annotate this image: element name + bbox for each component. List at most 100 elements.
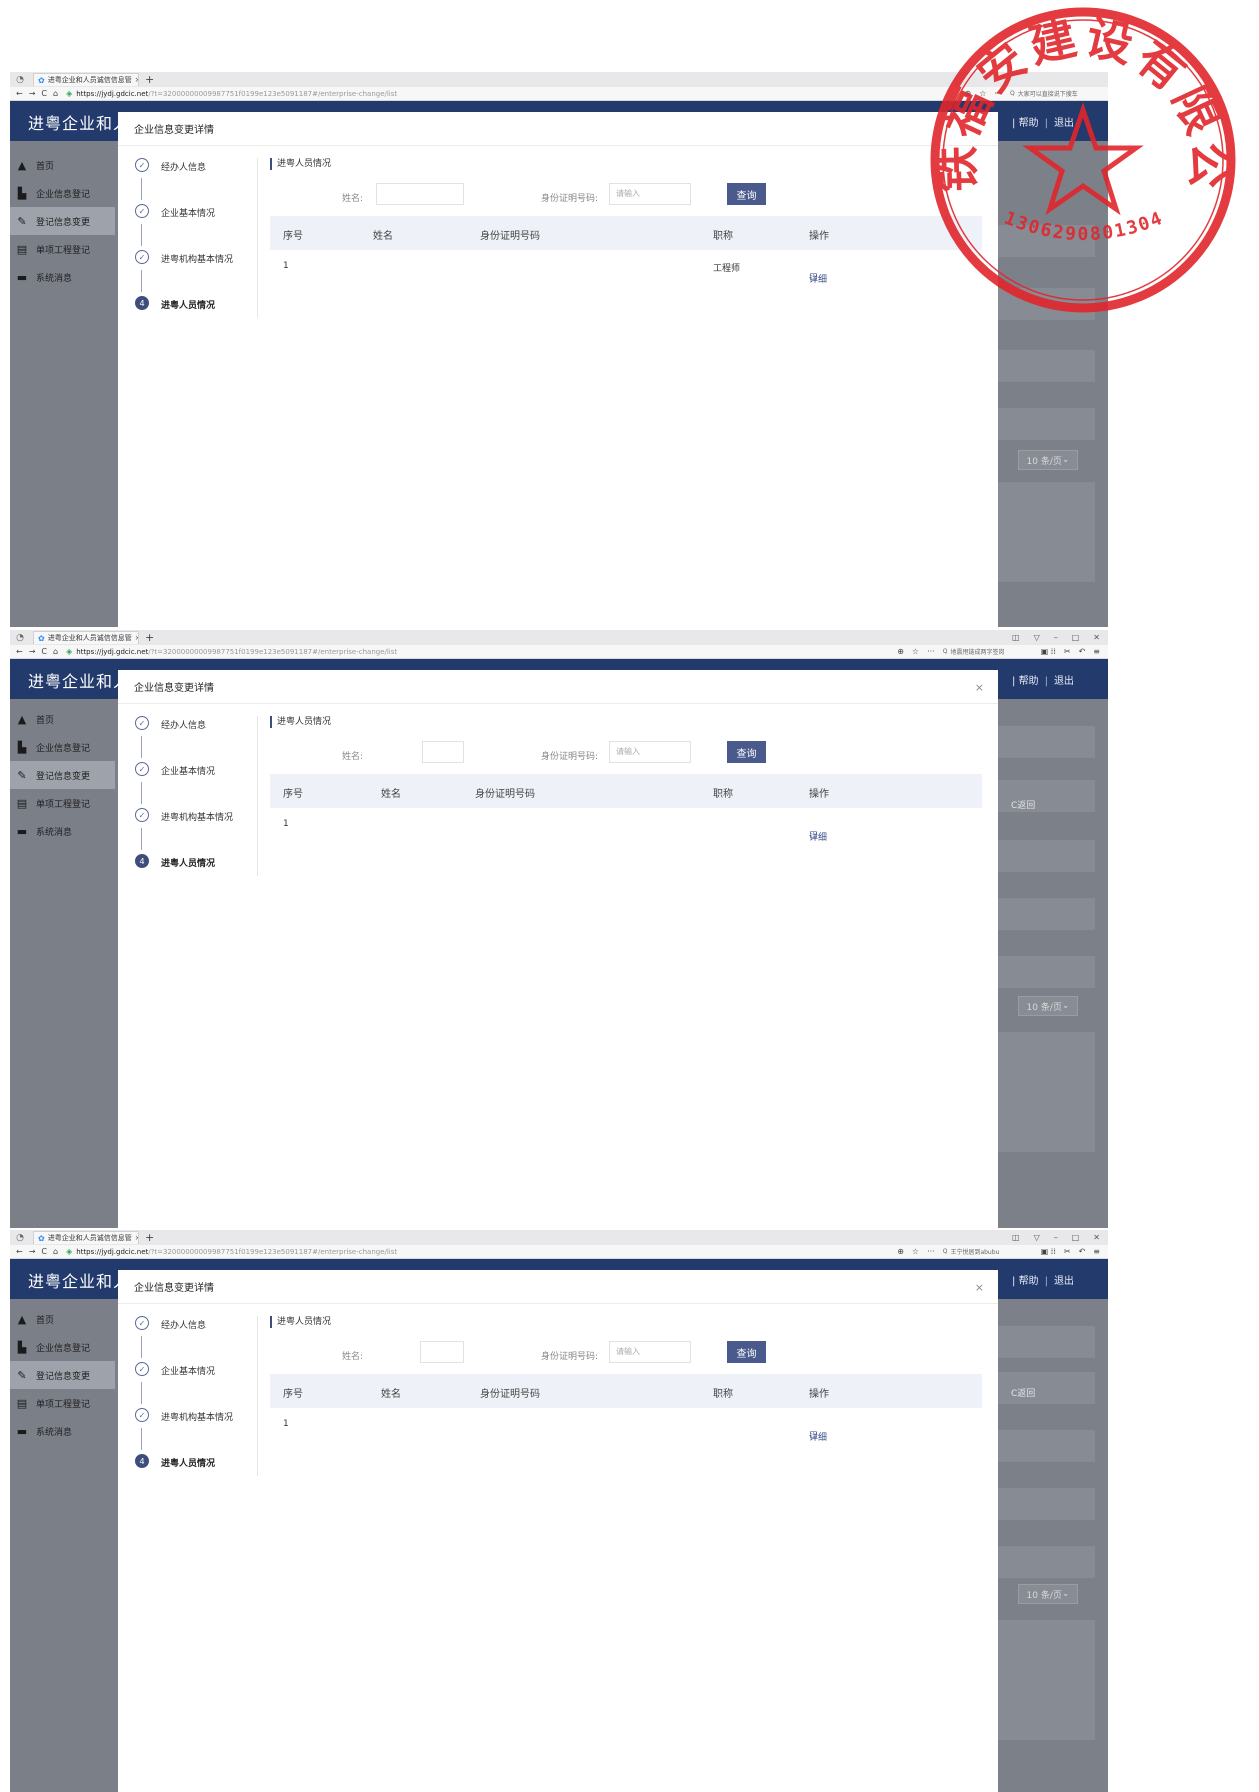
step-enterprise[interactable]: ✓ 企业基本情况 [126,1362,257,1408]
menu-icon[interactable]: ≡ [1093,647,1100,656]
close-icon[interactable]: ✕ [1093,633,1100,642]
new-tab-button[interactable]: + [145,631,154,644]
star-icon[interactable]: ☆ [979,89,986,98]
sidebar-item-home[interactable]: ▲ 首页 [10,705,115,733]
address-bar[interactable]: https://jydj.gdcic.net/?t=32000000009987… [76,90,397,98]
home-icon[interactable]: ⌂ [53,1247,58,1256]
pin-icon[interactable]: ▽ [1034,1233,1040,1242]
help-link[interactable]: 帮助 [1019,118,1039,129]
id-input[interactable]: 请输入 [609,183,691,205]
id-input[interactable]: 请输入 [609,741,691,763]
sidebar-item-project[interactable]: ▤ 单项工程登记 [10,789,115,817]
browser-tab[interactable]: ✿ 进粤企业和人员诚信信息管 × [33,1231,139,1244]
logout-link[interactable]: 退出 [1054,676,1074,687]
help-link[interactable]: 帮助 [1019,1276,1039,1287]
sidebar-item-home[interactable]: ▲ 首页 [10,151,115,179]
sidebar-item-project[interactable]: ▤ 单项工程登记 [10,235,115,263]
sidebar-item-change[interactable]: ✎ 登记信息变更 [10,761,115,789]
back-link[interactable]: C返回 [1011,1386,1035,1399]
page-size-select[interactable]: 10 条/页 ⌄ [1018,450,1078,470]
name-input[interactable] [376,183,464,205]
more-icon[interactable]: ··· [927,1247,935,1256]
reload-icon[interactable]: C [41,647,47,656]
star-icon[interactable]: ☆ [912,647,919,656]
sidebar-item-register[interactable]: ▙ 企业信息登记 [10,1333,115,1361]
sidebar-item-register[interactable]: ▙ 企业信息登记 [10,179,115,207]
step-agent[interactable]: ✓ 经办人信息 [126,158,257,204]
maximize-icon[interactable]: □ [1072,1233,1080,1242]
sidebar-toggle-icon[interactable]: ◫ [1012,633,1020,642]
home-icon[interactable]: ⌂ [53,647,58,656]
grid-icon[interactable]: ▣ ⁞⁞ [1041,1247,1056,1256]
sidebar-item-register[interactable]: ▙ 企业信息登记 [10,733,115,761]
more-icon[interactable]: ··· [994,89,1002,98]
id-input[interactable]: 请输入 [609,1341,691,1363]
zoom-icon[interactable]: ⊕ [897,1247,904,1256]
query-button[interactable]: 查询 [727,741,766,763]
step-agent[interactable]: ✓ 经办人信息 [126,1316,257,1362]
star-icon[interactable]: ☆ [912,1247,919,1256]
name-input[interactable] [420,1341,464,1363]
step-institution[interactable]: ✓ 进粤机构基本情况 [126,808,257,854]
new-tab-button[interactable]: + [145,1231,154,1244]
browser-tab[interactable]: ✿ 进粤企业和人员诚信信息管 × [33,73,139,86]
undo-icon[interactable]: ↶ [1079,1247,1086,1256]
pin-icon[interactable]: ▽ [1034,633,1040,642]
scissors-icon[interactable]: ✂ [1064,1247,1071,1256]
page-size-select[interactable]: 10 条/页 ⌄ [1018,1584,1078,1604]
grid-icon[interactable]: ▣ ⁞⁞ [1041,647,1056,656]
step-personnel[interactable]: 4 进粤人员情况 [126,296,257,342]
sidebar-toggle-icon[interactable]: ◫ [1012,1233,1020,1242]
logout-link[interactable]: 退出 [1054,1276,1074,1287]
sidebar-item-messages[interactable]: ▬ 系统消息 [10,1417,115,1445]
home-icon[interactable]: ⌂ [53,89,58,98]
name-input[interactable] [422,741,464,763]
step-personnel[interactable]: 4 进粤人员情况 [126,854,257,900]
address-bar[interactable]: https://jydj.gdcic.net/?t=32000000009987… [76,1248,397,1256]
browser-tab[interactable]: ✿ 进粤企业和人员诚信信息管 × [33,631,139,644]
zoom-icon[interactable]: ⊕ [897,647,904,656]
help-link[interactable]: 帮助 [1019,676,1039,687]
search-box[interactable]: Q 大家可以直接说下搜车 [1010,89,1100,99]
query-button[interactable]: 查询 [727,1341,766,1363]
step-agent[interactable]: ✓ 经办人信息 [126,716,257,762]
back-arrow-icon[interactable]: ← [16,647,23,656]
search-box[interactable]: Q 王宁悦居到abubu [943,1247,1033,1257]
minimize-icon[interactable]: – [1054,1233,1058,1242]
close-icon[interactable]: × [975,681,984,694]
tab-close-icon[interactable]: × [135,634,138,642]
new-tab-button[interactable]: + [145,73,154,86]
reload-icon[interactable]: C [41,1247,47,1256]
step-institution[interactable]: ✓ 进粤机构基本情况 [126,1408,257,1454]
sidebar-item-project[interactable]: ▤ 单项工程登记 [10,1389,115,1417]
tab-close-icon[interactable]: × [135,1234,138,1242]
search-box[interactable]: Q 地震甩链成两字签岗 [943,647,1033,657]
reload-icon[interactable]: C [41,89,47,98]
zoom-icon[interactable]: ⊕ [964,89,971,98]
forward-arrow-icon[interactable]: → [29,1247,36,1256]
step-enterprise[interactable]: ✓ 企业基本情况 [126,762,257,808]
maximize-icon[interactable]: □ [1072,633,1080,642]
address-bar[interactable]: https://jydj.gdcic.net/?t=32000000009987… [76,648,397,656]
step-enterprise[interactable]: ✓ 企业基本情况 [126,204,257,250]
sidebar-item-change[interactable]: ✎ 登记信息变更 [10,207,115,235]
tab-close-icon[interactable]: × [135,76,138,84]
minimize-icon[interactable]: – [1054,633,1058,642]
sidebar-item-messages[interactable]: ▬ 系统消息 [10,263,115,291]
step-institution[interactable]: ✓ 进粤机构基本情况 [126,250,257,296]
scissors-icon[interactable]: ✂ [1064,647,1071,656]
sidebar-item-change[interactable]: ✎ 登记信息变更 [10,1361,115,1389]
logout-link[interactable]: 退出 [1054,118,1074,129]
forward-arrow-icon[interactable]: → [29,89,36,98]
forward-arrow-icon[interactable]: → [29,647,36,656]
more-icon[interactable]: ··· [927,647,935,656]
page-size-select[interactable]: 10 条/页 ⌄ [1018,996,1078,1016]
query-button[interactable]: 查询 [727,183,766,205]
back-arrow-icon[interactable]: ← [16,1247,23,1256]
menu-icon[interactable]: ≡ [1093,1247,1100,1256]
sidebar-item-messages[interactable]: ▬ 系统消息 [10,817,115,845]
undo-icon[interactable]: ↶ [1079,647,1086,656]
back-arrow-icon[interactable]: ← [16,89,23,98]
back-link[interactable]: C返回 [1011,798,1035,811]
sidebar-item-home[interactable]: ▲ 首页 [10,1305,115,1333]
